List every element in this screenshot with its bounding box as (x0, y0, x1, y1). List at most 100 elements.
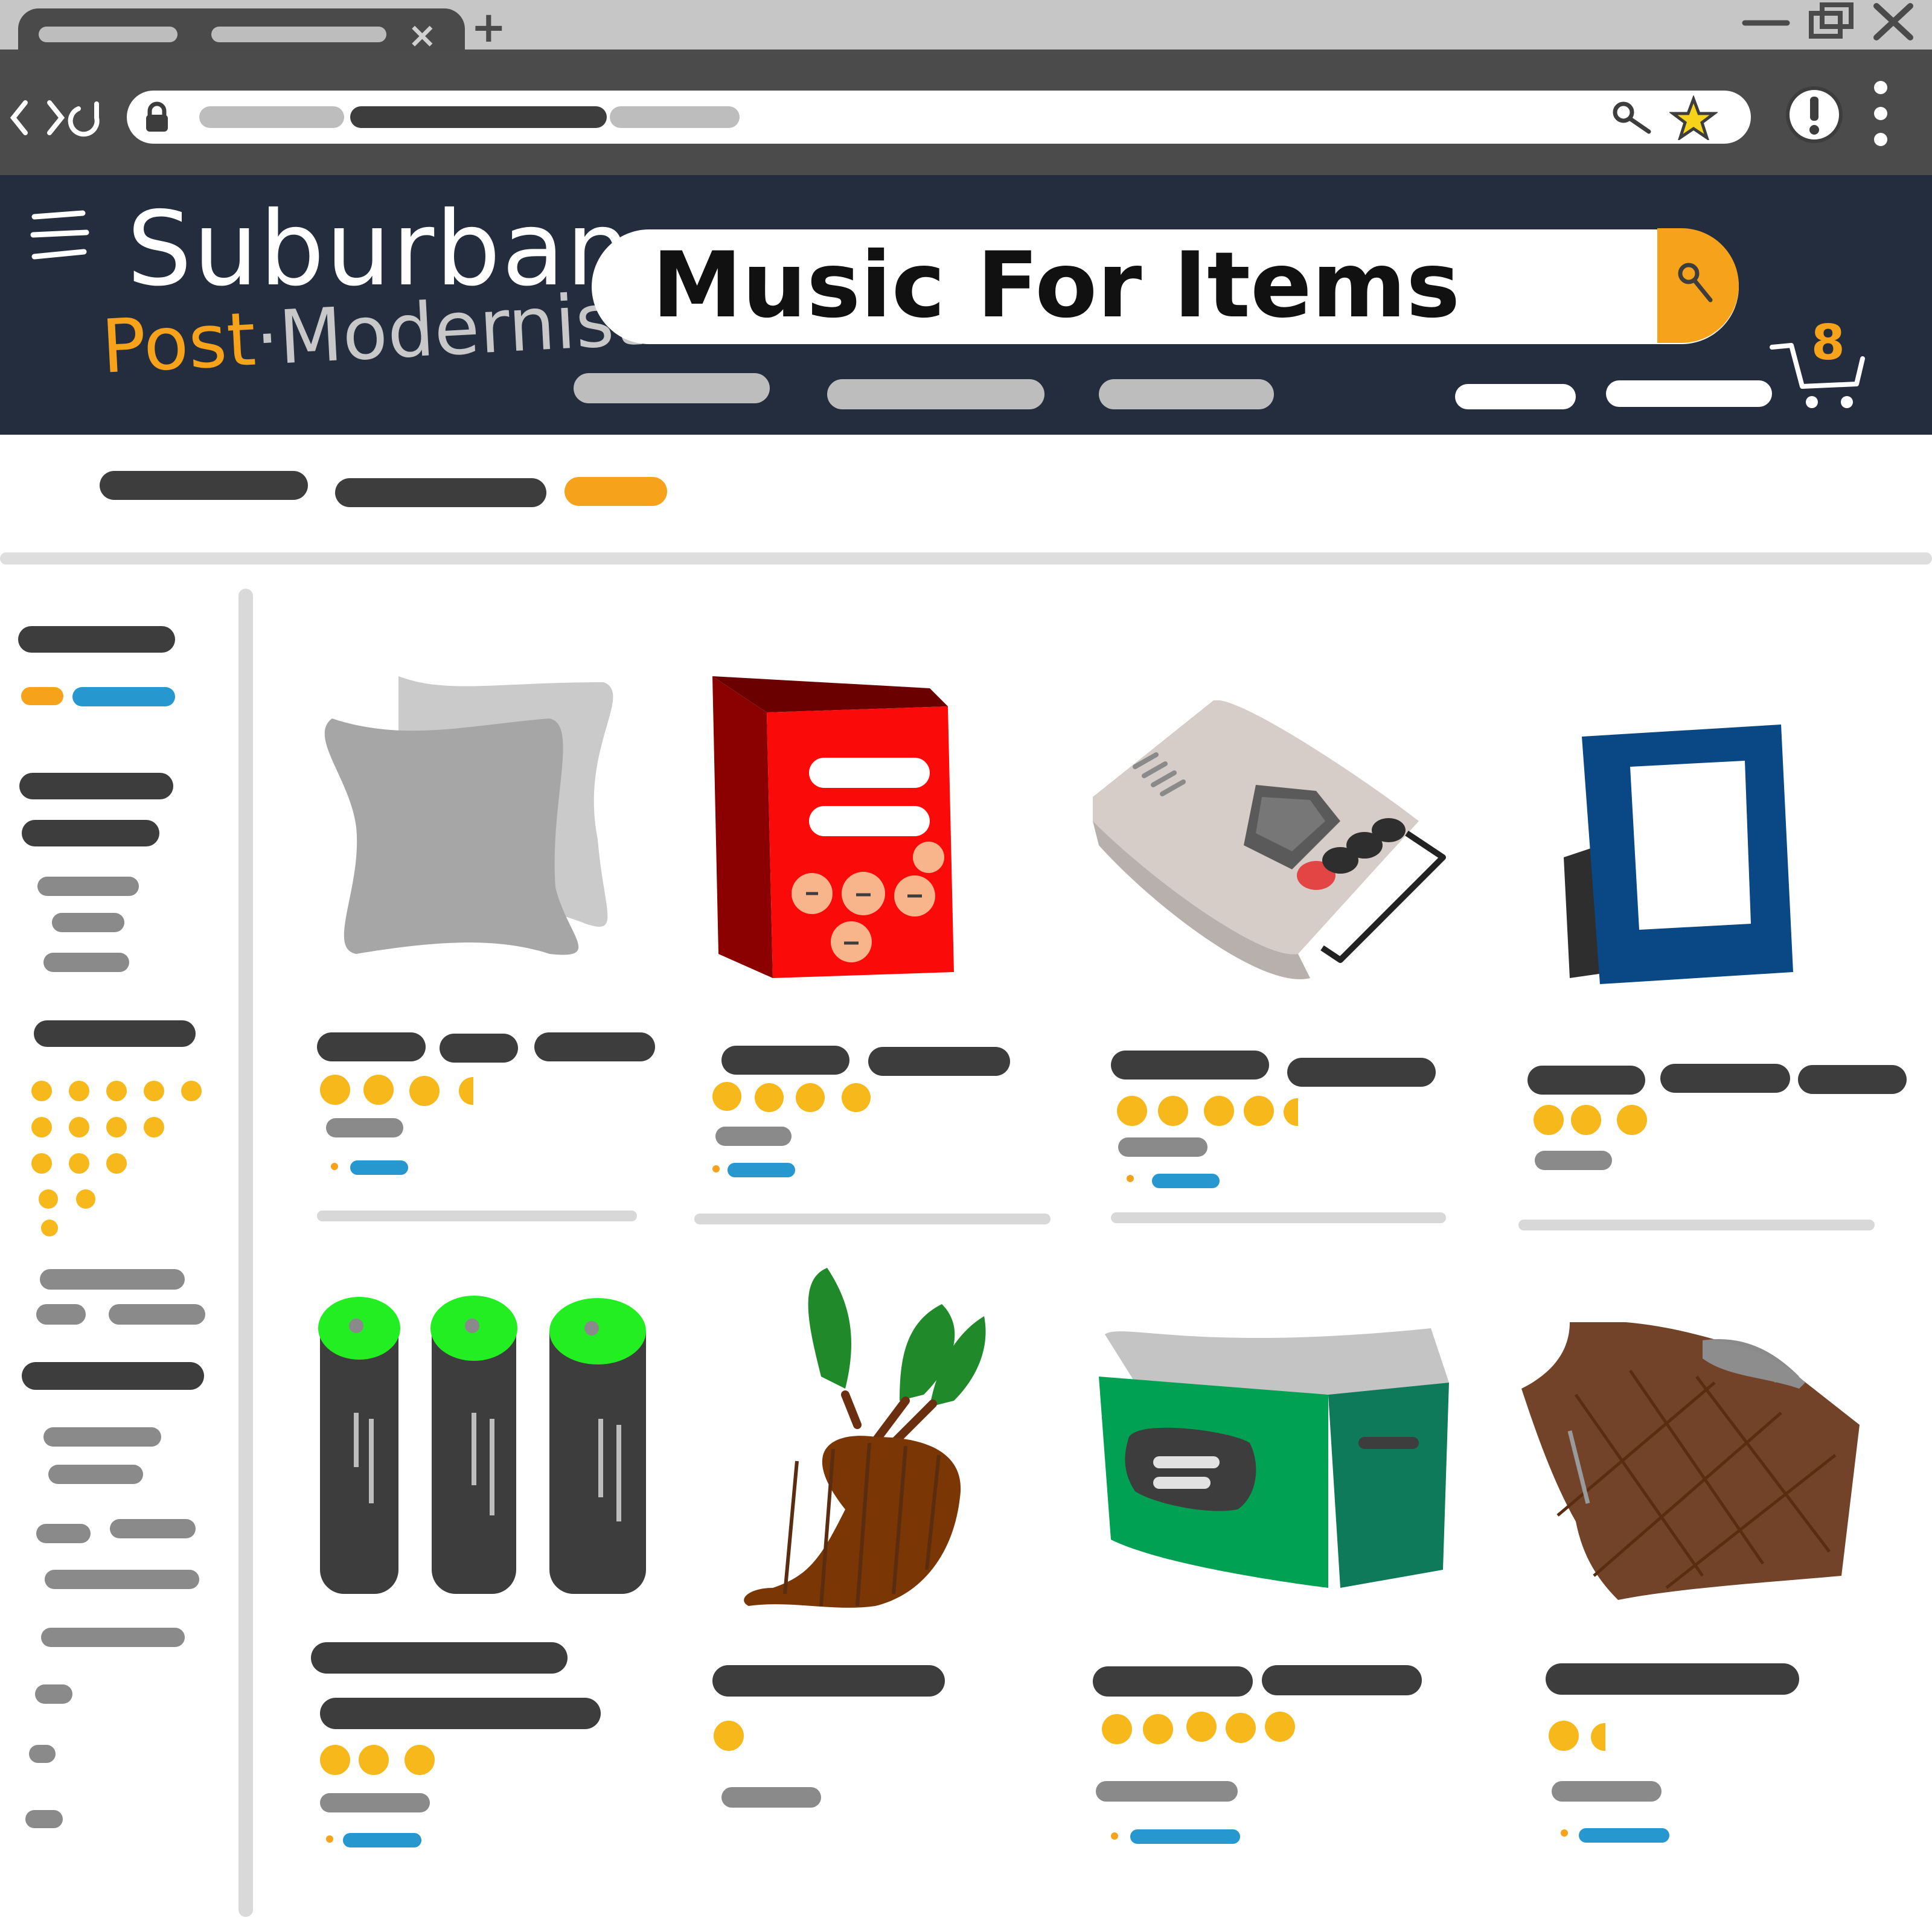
filter-option[interactable] (43, 953, 129, 972)
product-title-placeholder[interactable] (320, 1698, 601, 1729)
restore-icon[interactable] (1809, 2, 1854, 39)
product-rating[interactable] (1102, 1712, 1319, 1744)
product-image-beet[interactable] (724, 1268, 1026, 1630)
product-image-red-radio[interactable] (706, 676, 1020, 990)
header-orders-link[interactable] (1606, 380, 1772, 407)
product-card[interactable] (1473, 652, 1907, 1230)
filter-prime-link[interactable] (72, 687, 175, 706)
product-title-placeholder[interactable] (440, 1034, 518, 1063)
header-nav-item[interactable] (827, 379, 1044, 409)
product-image-battery-pack[interactable] (314, 1292, 664, 1630)
product-shipping-link[interactable] (1130, 1829, 1240, 1844)
filter-heading (18, 626, 175, 653)
prime-icon (1111, 1832, 1118, 1840)
forward-icon[interactable] (47, 100, 65, 135)
filter-option[interactable] (29, 1745, 56, 1763)
filter-option[interactable] (35, 1684, 72, 1704)
breadcrumb-item[interactable] (100, 471, 308, 500)
back-icon[interactable] (10, 100, 28, 135)
filter-option[interactable] (48, 1465, 143, 1484)
product-card[interactable] (302, 1292, 676, 1872)
star-icon (712, 1082, 741, 1111)
prime-icon (1561, 1829, 1568, 1837)
product-image-pillow[interactable] (314, 658, 640, 996)
product-title-placeholder[interactable] (311, 1642, 568, 1674)
star-icon (1158, 1096, 1188, 1126)
nav-controls (10, 100, 100, 137)
product-title-placeholder[interactable] (721, 1046, 849, 1075)
cart-count-badge: 8 (1811, 315, 1845, 371)
address-bar[interactable] (127, 91, 1751, 144)
search-icon (1678, 263, 1713, 302)
filter-option[interactable] (25, 1810, 63, 1828)
product-title-placeholder[interactable] (317, 1032, 426, 1061)
product-image-picture-frame[interactable] (1552, 682, 1829, 1020)
product-shipping-link[interactable] (728, 1163, 795, 1177)
star-icon (31, 1081, 52, 1101)
product-title-placeholder[interactable] (868, 1047, 1010, 1076)
product-shipping-link[interactable] (350, 1160, 408, 1175)
product-image-wallet[interactable] (1521, 1322, 1860, 1624)
alert-icon[interactable] (1784, 85, 1844, 145)
product-title-placeholder[interactable] (1262, 1665, 1422, 1695)
product-card[interactable] (1473, 1292, 1896, 1872)
product-card[interactable] (1081, 1292, 1455, 1872)
filter-option[interactable] (37, 877, 139, 896)
product-title-placeholder[interactable] (1111, 1051, 1269, 1080)
filter-option[interactable] (36, 1304, 86, 1325)
product-rating[interactable] (1117, 1096, 1316, 1127)
product-image-cassette-recorder[interactable] (1081, 700, 1467, 1014)
header-nav-item[interactable] (574, 373, 770, 403)
filter-option[interactable] (45, 1570, 199, 1589)
breadcrumb-item[interactable] (335, 478, 546, 507)
product-card[interactable] (688, 652, 1063, 1224)
filter-option[interactable] (40, 1269, 185, 1290)
filter-option[interactable] (52, 913, 124, 932)
product-card[interactable] (1081, 652, 1455, 1223)
key-icon[interactable] (1609, 97, 1657, 139)
filter-option[interactable] (36, 1524, 91, 1543)
filter-option[interactable] (41, 1628, 185, 1647)
close-icon[interactable] (1873, 3, 1913, 40)
prime-icon (1127, 1175, 1134, 1182)
product-title-placeholder[interactable] (1546, 1663, 1799, 1695)
product-title-placeholder[interactable] (1287, 1058, 1436, 1087)
search-input[interactable]: Music For Items (592, 229, 1739, 344)
product-shipping-link[interactable] (343, 1833, 421, 1847)
product-image-lunch-box[interactable] (1087, 1298, 1449, 1636)
product-shipping-link[interactable] (1579, 1828, 1669, 1843)
product-title-placeholder[interactable] (1798, 1065, 1907, 1094)
filter-option[interactable] (43, 1427, 161, 1447)
product-title-placeholder[interactable] (534, 1032, 655, 1061)
kebab-menu-icon[interactable] (1866, 78, 1896, 151)
product-title-placeholder[interactable] (712, 1665, 945, 1697)
product-card[interactable] (688, 1256, 1063, 1872)
star-icon[interactable] (1669, 95, 1718, 140)
new-tab-icon[interactable]: + (471, 2, 507, 52)
product-card[interactable] (302, 652, 676, 1221)
star-icon (1226, 1713, 1256, 1743)
reload-icon[interactable] (68, 101, 100, 137)
product-rating[interactable] (1534, 1105, 1666, 1136)
filter-prime-badge[interactable] (21, 687, 63, 705)
star-icon (1265, 1712, 1295, 1742)
filter-option[interactable] (109, 1304, 205, 1325)
filter-option[interactable] (110, 1519, 196, 1538)
product-rating[interactable] (320, 1075, 489, 1106)
product-rating[interactable] (320, 1745, 441, 1776)
product-price-placeholder (320, 1793, 430, 1812)
product-rating[interactable] (714, 1721, 762, 1752)
star-icon (106, 1081, 127, 1101)
rating-filter[interactable] (29, 1081, 210, 1238)
header-nav-item[interactable] (1099, 379, 1274, 409)
product-title-placeholder[interactable] (1527, 1066, 1645, 1095)
product-title-placeholder[interactable] (1093, 1666, 1253, 1697)
hamburger-menu-icon[interactable] (27, 208, 94, 269)
header-account-link[interactable] (1455, 384, 1576, 409)
star-icon (1102, 1714, 1132, 1744)
product-title-placeholder[interactable] (1660, 1064, 1790, 1093)
product-shipping-link[interactable] (1152, 1174, 1220, 1188)
product-rating[interactable] (1549, 1721, 1621, 1752)
star-icon (755, 1083, 784, 1112)
product-rating[interactable] (712, 1082, 894, 1113)
